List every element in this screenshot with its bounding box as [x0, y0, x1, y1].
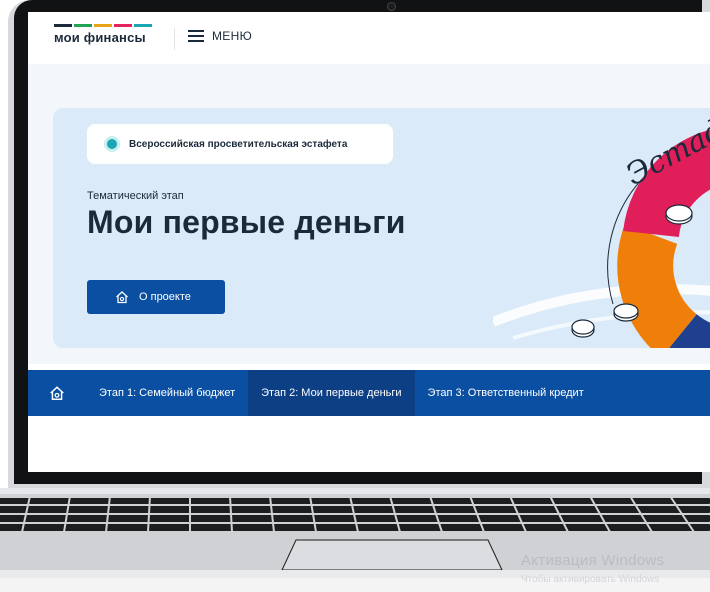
laptop-mockup: мои финансы МЕНЮ Всероссийская просветит…	[0, 0, 710, 592]
hamburger-icon	[188, 30, 204, 42]
header-divider	[174, 28, 175, 50]
webcam	[387, 2, 396, 11]
logo-stripe	[134, 24, 152, 27]
hero-banner: Всероссийская просветительская эстафета …	[53, 108, 710, 348]
about-project-button[interactable]: О проекте	[87, 280, 225, 314]
about-project-label: О проекте	[139, 291, 191, 303]
logo-stripe	[114, 24, 132, 27]
logo-stripe	[94, 24, 112, 27]
stage-home-button[interactable]	[28, 385, 86, 401]
site-header: мои финансы МЕНЮ	[28, 12, 710, 65]
ring-blue-segment	[669, 313, 710, 348]
home-icon	[115, 290, 129, 304]
ring-orange-segment	[617, 224, 698, 348]
windows-activation-subtext: Чтобы активировать Windows	[521, 574, 660, 585]
stage-tab-1[interactable]: Этап 1: Семейный бюджет	[86, 370, 248, 416]
stage-subtitle: Тематический этап	[87, 190, 184, 202]
page-content-area	[28, 416, 710, 472]
logo-stripe	[54, 24, 72, 27]
coin-icon	[613, 303, 639, 322]
logo-stripe	[74, 24, 92, 27]
menu-label: МЕНЮ	[212, 29, 252, 43]
stage-tab-3[interactable]: Этап 3: Ответственный кредит	[415, 370, 597, 416]
coin-icon	[571, 319, 595, 338]
stage-navigation: Этап 1: Семейный бюджет Этап 2: Мои перв…	[28, 370, 710, 416]
laptop-screen: мои финансы МЕНЮ Всероссийская просветит…	[28, 12, 710, 472]
logo-text: мои финансы	[54, 30, 146, 45]
page-title: Мои первые деньги	[87, 204, 406, 240]
touchpad[interactable]	[281, 539, 503, 571]
menu-button[interactable]: МЕНЮ	[188, 29, 252, 43]
site-logo[interactable]: мои финансы	[54, 24, 152, 45]
badge-dot-icon	[107, 139, 117, 149]
relay-illustration: Эстафета	[493, 108, 710, 348]
stage-tab-2[interactable]: Этап 2: Мои первые деньги	[248, 370, 415, 416]
coin-icon	[665, 204, 693, 225]
relay-badge: Всероссийская просветительская эстафета	[87, 124, 393, 164]
relay-badge-text: Всероссийская просветительская эстафета	[129, 138, 348, 150]
windows-activation-watermark: Активация Windows	[521, 552, 665, 569]
logo-stripes	[54, 24, 152, 27]
home-icon	[50, 386, 64, 401]
